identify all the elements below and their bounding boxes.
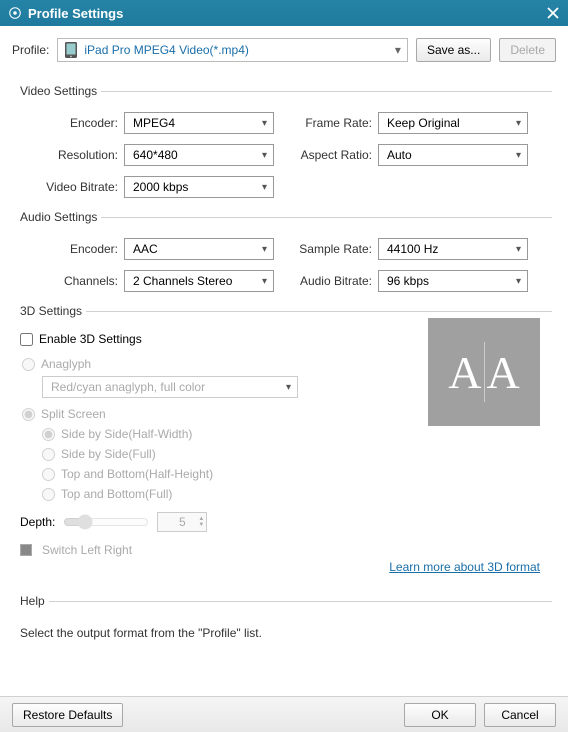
channels-label: Channels:	[20, 274, 124, 288]
video-encoder-select[interactable]: MPEG4▾	[124, 112, 274, 134]
video-settings-group: Video Settings Encoder: MPEG4▾ Frame Rat…	[16, 84, 552, 198]
chevron-down-icon: ▾	[286, 382, 291, 393]
3d-preview: A A	[428, 318, 540, 426]
profile-row: Profile: iPad Pro MPEG4 Video(*.mp4) ▾ S…	[0, 26, 568, 72]
tb-full-radio	[42, 488, 55, 501]
split-screen-label: Split Screen	[41, 407, 106, 421]
device-icon	[64, 41, 78, 59]
profile-label: Profile:	[12, 43, 49, 57]
tb-half-radio	[42, 468, 55, 481]
enable-3d-label: Enable 3D Settings	[39, 332, 142, 346]
audio-bitrate-label: Audio Bitrate:	[274, 274, 378, 288]
app-icon	[8, 6, 22, 20]
window-title: Profile Settings	[28, 6, 546, 21]
tb-full-label: Top and Bottom(Full)	[61, 487, 172, 501]
ok-button[interactable]: OK	[404, 703, 476, 727]
3d-settings-legend: 3D Settings	[16, 304, 86, 318]
cancel-button[interactable]: Cancel	[484, 703, 556, 727]
sample-rate-label: Sample Rate:	[274, 242, 378, 256]
aspect-ratio-select[interactable]: Auto▾	[378, 144, 528, 166]
profile-value: iPad Pro MPEG4 Video(*.mp4)	[84, 43, 395, 57]
chevron-down-icon: ▾	[262, 118, 267, 129]
preview-letter-right: A	[487, 346, 520, 399]
restore-defaults-button[interactable]: Restore Defaults	[12, 703, 123, 727]
sbs-full-label: Side by Side(Full)	[61, 447, 156, 461]
channels-select[interactable]: 2 Channels Stereo▾	[124, 270, 274, 292]
sbs-half-label: Side by Side(Half-Width)	[61, 427, 192, 441]
anaglyph-radio	[22, 358, 35, 371]
audio-settings-legend: Audio Settings	[16, 210, 101, 224]
chevron-down-icon: ▾	[395, 43, 401, 57]
chevron-down-icon: ▾	[262, 244, 267, 255]
sbs-half-radio	[42, 428, 55, 441]
help-legend: Help	[16, 594, 49, 608]
aspect-ratio-label: Aspect Ratio:	[274, 148, 378, 162]
chevron-down-icon: ▾	[516, 276, 521, 287]
split-screen-radio	[22, 408, 35, 421]
chevron-down-icon: ▾	[516, 118, 521, 129]
depth-spinner: 5 ▲▼	[157, 512, 207, 532]
depth-label: Depth:	[20, 515, 55, 529]
chevron-down-icon: ▾	[262, 276, 267, 287]
chevron-down-icon: ▾	[516, 150, 521, 161]
close-icon[interactable]	[546, 6, 560, 20]
sbs-full-radio	[42, 448, 55, 461]
video-encoder-label: Encoder:	[20, 116, 124, 130]
titlebar: Profile Settings	[0, 0, 568, 26]
profile-select[interactable]: iPad Pro MPEG4 Video(*.mp4) ▾	[57, 38, 408, 62]
audio-encoder-label: Encoder:	[20, 242, 124, 256]
save-as-button[interactable]: Save as...	[416, 38, 491, 62]
spinner-arrows: ▲▼	[198, 516, 204, 528]
delete-button: Delete	[499, 38, 556, 62]
help-group: Help Select the output format from the "…	[16, 594, 552, 640]
frame-rate-label: Frame Rate:	[274, 116, 378, 130]
enable-3d-checkbox[interactable]	[20, 333, 33, 346]
video-settings-legend: Video Settings	[16, 84, 101, 98]
chevron-down-icon: ▾	[262, 182, 267, 193]
video-bitrate-label: Video Bitrate:	[20, 180, 124, 194]
help-text: Select the output format from the "Profi…	[16, 622, 552, 640]
audio-bitrate-select[interactable]: 96 kbps▾	[378, 270, 528, 292]
switch-lr-label: Switch Left Right	[42, 543, 132, 557]
frame-rate-select[interactable]: Keep Original▾	[378, 112, 528, 134]
resolution-label: Resolution:	[20, 148, 124, 162]
audio-settings-group: Audio Settings Encoder: AAC▾ Sample Rate…	[16, 210, 552, 292]
depth-slider	[63, 514, 149, 530]
preview-letter-left: A	[448, 346, 481, 399]
audio-encoder-select[interactable]: AAC▾	[124, 238, 274, 260]
chevron-down-icon: ▾	[262, 150, 267, 161]
preview-divider	[484, 342, 485, 402]
resolution-select[interactable]: 640*480▾	[124, 144, 274, 166]
anaglyph-label: Anaglyph	[41, 357, 91, 371]
chevron-down-icon: ▾	[516, 244, 521, 255]
tb-half-label: Top and Bottom(Half-Height)	[61, 467, 213, 481]
anaglyph-mode-select: Red/cyan anaglyph, full color▾	[42, 376, 298, 398]
video-bitrate-select[interactable]: 2000 kbps▾	[124, 176, 274, 198]
sample-rate-select[interactable]: 44100 Hz▾	[378, 238, 528, 260]
switch-lr-checkbox	[20, 544, 32, 556]
footer: Restore Defaults OK Cancel	[0, 696, 568, 732]
learn-more-link[interactable]: Learn more about 3D format	[389, 560, 540, 574]
